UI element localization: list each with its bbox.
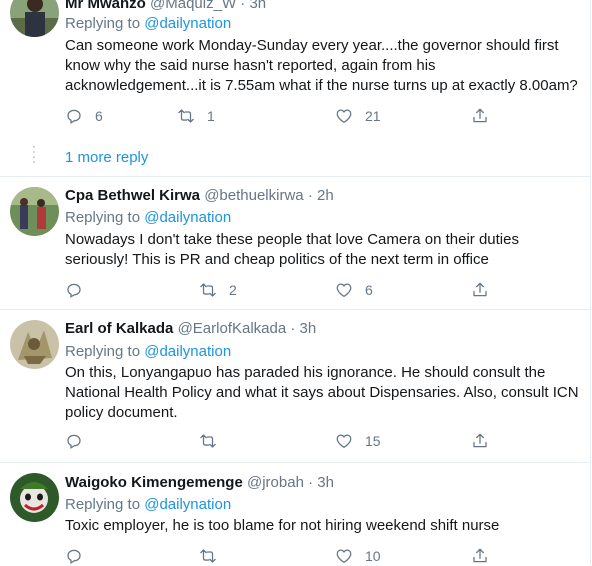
retweet-icon	[178, 109, 194, 123]
separator-dot: ·	[307, 187, 313, 204]
replying-to-label: Replying to	[65, 343, 141, 360]
reply-icon	[67, 109, 81, 124]
author-handle[interactable]: @Maquiz_W	[150, 0, 236, 12]
tweet-actions: 2 6	[65, 280, 505, 300]
thread-connector	[33, 146, 35, 166]
retweet-count: 2	[229, 282, 237, 298]
retweet-count: 1	[207, 108, 215, 124]
retweet-icon	[200, 434, 216, 448]
timestamp[interactable]: 3h	[317, 474, 334, 491]
replying-to: Replying to @dailynation	[65, 342, 231, 362]
tweet-text: On this, Lonyangapuo has paraded his ign…	[65, 364, 579, 421]
timestamp[interactable]: 2h	[317, 187, 334, 204]
share-icon	[473, 548, 487, 563]
tweet[interactable]: Waigoko Kimengemenge @jrobah · 3h Replyi…	[0, 463, 590, 565]
share-icon	[473, 108, 487, 123]
author-handle[interactable]: @jrobah	[247, 474, 304, 491]
share-button[interactable]	[471, 106, 489, 126]
replies-timeline: Mr Mwanzo @Maquiz_W · 3h Replying to @da…	[0, 0, 591, 565]
like-count: 15	[365, 433, 381, 449]
like-icon	[336, 434, 352, 449]
replying-to-mention[interactable]: @dailynation	[144, 209, 231, 226]
like-button[interactable]: 10	[335, 546, 381, 566]
tweet[interactable]: Mr Mwanzo @Maquiz_W · 3h Replying to @da…	[0, 0, 590, 176]
replying-to: Replying to @dailynation	[65, 14, 231, 34]
tweet-header: Mr Mwanzo @Maquiz_W · 3h	[65, 0, 266, 14]
share-button[interactable]	[471, 280, 489, 300]
replying-to-mention[interactable]: @dailynation	[144, 343, 231, 360]
like-count: 21	[365, 108, 381, 124]
author-name[interactable]: Cpa Bethwel Kirwa	[65, 187, 200, 204]
replying-to-label: Replying to	[65, 496, 141, 513]
like-button[interactable]: 15	[335, 431, 381, 451]
like-button[interactable]: 6	[335, 280, 373, 300]
reply-icon	[67, 434, 81, 449]
share-button[interactable]	[471, 431, 489, 451]
retweet-button[interactable]	[199, 431, 229, 451]
reply-icon	[67, 549, 81, 564]
reply-button[interactable]	[65, 431, 95, 451]
reply-count: 6	[95, 108, 103, 124]
share-icon	[473, 433, 487, 448]
replying-to-mention[interactable]: @dailynation	[144, 15, 231, 32]
tweet-text: Nowadays I don't take these people that …	[65, 231, 519, 268]
replying-to-label: Replying to	[65, 15, 141, 32]
timestamp[interactable]: 3h	[300, 320, 317, 337]
like-count: 10	[365, 548, 381, 564]
tweet-text: Can someone work Monday-Sunday every yea…	[65, 37, 578, 94]
separator-dot: ·	[290, 320, 296, 337]
reply-button[interactable]: 6	[65, 106, 103, 126]
like-icon	[336, 283, 352, 298]
tweet-actions: 6 1 21	[65, 106, 505, 126]
separator-dot: ·	[240, 0, 246, 12]
tweet-actions: 15	[65, 431, 505, 451]
like-icon	[336, 109, 352, 124]
replying-to: Replying to @dailynation	[65, 208, 231, 228]
share-icon	[473, 282, 487, 297]
reply-icon	[67, 283, 81, 298]
like-count: 6	[365, 282, 373, 298]
tweet-header: Earl of Kalkada @EarlofKalkada · 3h	[65, 319, 316, 339]
author-handle[interactable]: @EarlofKalkada	[178, 320, 287, 337]
retweet-icon	[200, 549, 216, 563]
show-more-replies-link[interactable]: 1 more reply	[65, 148, 148, 168]
author-handle[interactable]: @bethuelkirwa	[204, 187, 303, 204]
author-name[interactable]: Earl of Kalkada	[65, 320, 173, 337]
tweet-actions: 10	[65, 546, 505, 566]
retweet-icon	[200, 283, 216, 297]
like-button[interactable]: 21	[335, 106, 381, 126]
retweet-button[interactable]	[199, 546, 229, 566]
reply-button[interactable]	[65, 546, 95, 566]
tweet-header: Waigoko Kimengemenge @jrobah · 3h	[65, 473, 334, 493]
tweet-text: Toxic employer, he is too blame for not …	[65, 517, 500, 534]
avatar[interactable]	[10, 187, 59, 236]
tweet[interactable]: Cpa Bethwel Kirwa @bethuelkirwa · 2h Rep…	[0, 177, 590, 309]
replying-to-mention[interactable]: @dailynation	[144, 496, 231, 513]
avatar[interactable]	[10, 0, 59, 37]
tweet[interactable]: Earl of Kalkada @EarlofKalkada · 3h Repl…	[0, 310, 590, 462]
timestamp[interactable]: 3h	[249, 0, 266, 12]
replying-to-label: Replying to	[65, 209, 141, 226]
author-name[interactable]: Waigoko Kimengemenge	[65, 474, 243, 491]
replying-to: Replying to @dailynation	[65, 495, 231, 515]
author-name[interactable]: Mr Mwanzo	[65, 0, 146, 12]
tweet-header: Cpa Bethwel Kirwa @bethuelkirwa · 2h	[65, 186, 334, 206]
reply-button[interactable]	[65, 280, 95, 300]
share-button[interactable]	[471, 546, 489, 566]
like-icon	[336, 549, 352, 564]
retweet-button[interactable]: 2	[199, 280, 237, 300]
separator-dot: ·	[308, 474, 314, 491]
retweet-button[interactable]: 1	[177, 106, 215, 126]
avatar[interactable]	[10, 320, 59, 369]
avatar[interactable]	[10, 473, 59, 522]
